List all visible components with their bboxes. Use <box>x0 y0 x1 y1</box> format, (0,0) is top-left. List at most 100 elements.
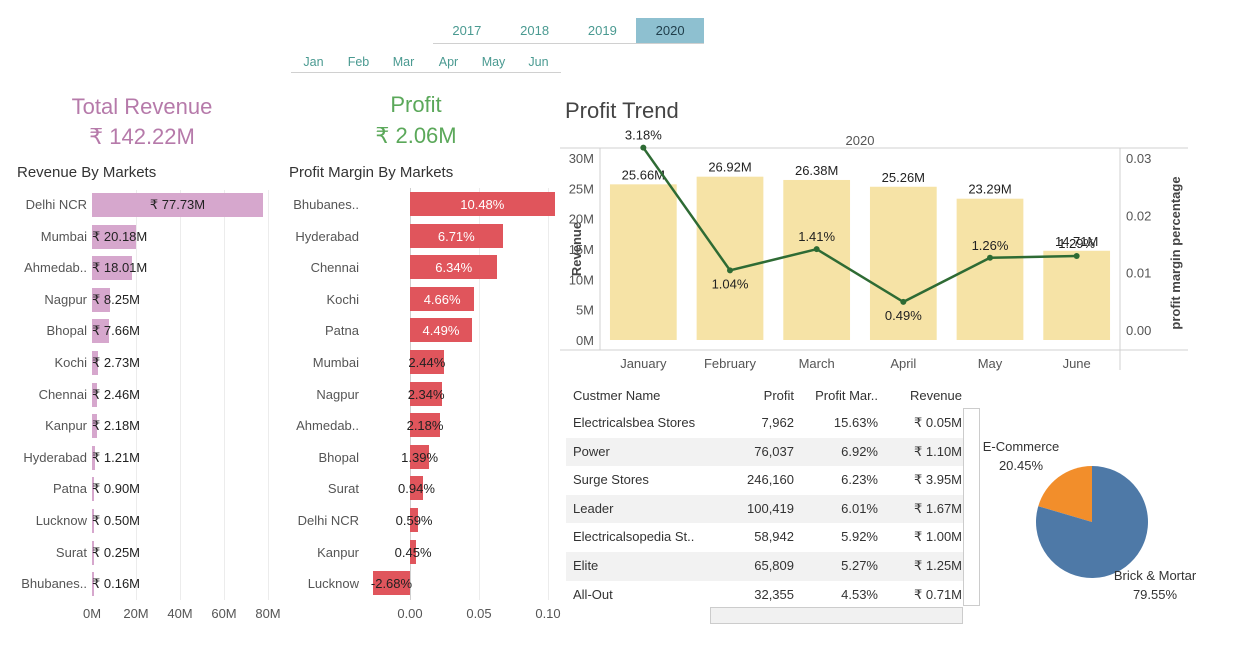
pm-data-label: 4.49% <box>422 323 460 339</box>
pm-data-label: 2.18% <box>406 418 444 434</box>
trend-x-tick: June <box>1063 356 1091 371</box>
pm-data-label: 10.48% <box>460 197 505 212</box>
trend-x-tick: May <box>978 356 1003 371</box>
pm-data-label: -2.68% <box>370 576 413 592</box>
trend-margin-point[interactable] <box>1073 253 1080 260</box>
trend-margin-point[interactable] <box>900 298 907 305</box>
pm-market-label: Bhubanes.. <box>293 197 359 212</box>
year-2019[interactable]: 2019 <box>569 18 637 43</box>
header-profit-margin[interactable]: Profit Mar.. <box>794 383 878 409</box>
cell-customer-name: Elite <box>573 557 599 573</box>
trend-y2-tick: 0.02 <box>1126 208 1151 223</box>
cell-revenue: ₹ 0.05M <box>913 415 962 430</box>
channel-pie-chart <box>1036 466 1148 578</box>
trend-margin-label: 3.18% <box>625 130 662 143</box>
trend-revenue-bar[interactable] <box>783 179 851 340</box>
cell-revenue: ₹ 1.67M <box>913 500 962 516</box>
trend-margin-point[interactable] <box>987 254 993 261</box>
table-row[interactable]: Leader 100,419 6.01% ₹ 1.67M <box>566 494 964 524</box>
cell-revenue: ₹ 1.00M <box>913 529 962 545</box>
trend-margin-label: 1.26% <box>972 238 1009 253</box>
pm-axis-tick: 0.10 <box>535 606 561 621</box>
pm-data-label: 2.34% <box>407 386 445 402</box>
cell-profit: 76,037 <box>754 443 794 459</box>
trend-x-tick: April <box>890 356 916 371</box>
pie-label-brick-name: Brick & Mortar <box>1113 568 1197 583</box>
cell-profit-margin: 4.53% <box>841 586 878 602</box>
pm-data-label: 0.45% <box>394 544 432 560</box>
pm-axis-tick: 0.00 <box>397 606 423 621</box>
header-customer-name[interactable]: Custmer Name <box>566 383 716 409</box>
table-horizontal-scrollbar[interactable] <box>710 607 963 624</box>
pm-data-label: 0.94% <box>398 481 435 497</box>
cell-profit-margin: 6.23% <box>841 472 878 488</box>
trend-revenue-label: 25.26M <box>882 170 925 185</box>
cell-customer-name: Electricalsbea Stores <box>573 415 696 430</box>
trend-x-tick: January <box>620 356 667 371</box>
pm-data-label: 1.39% <box>401 449 439 465</box>
cell-revenue: ₹ 3.95M <box>913 472 962 488</box>
header-revenue[interactable]: Revenue <box>878 383 964 409</box>
trend-margin-label: 1.04% <box>712 276 749 291</box>
trend-y2-axis-title: profit margin percentage <box>1168 176 1183 329</box>
cell-profit: 7,962 <box>761 415 794 430</box>
pm-market-label: Chennai <box>310 260 359 276</box>
pm-market-label: Kochi <box>326 291 359 307</box>
cell-profit-margin: 6.01% <box>841 500 878 516</box>
pie-label-brick-value: 79.55% <box>1132 587 1178 602</box>
trend-margin-point[interactable] <box>640 144 647 151</box>
pm-data-label: 6.34% <box>435 260 473 276</box>
table-vertical-scrollbar[interactable] <box>963 408 980 606</box>
trend-x-tick: March <box>799 356 835 371</box>
trend-revenue-label: 26.92M <box>708 160 751 175</box>
table-row[interactable]: Electricalsbea Stores 7,962 15.63% ₹ 0.05M <box>566 409 964 438</box>
cell-customer-name: Surge Stores <box>573 472 649 488</box>
profit-margin-by-markets-chart: 0.00 0.05 0.10 Bhubanes.. 10.48% Hyderabad 6.7… <box>0 0 565 657</box>
trend-x-tick: February <box>704 356 757 371</box>
cell-profit: 65,809 <box>754 557 794 573</box>
pm-gridline <box>548 188 549 600</box>
table-row[interactable]: Electricalsopedia St.. 58,942 5.92% ₹ 1.00M <box>566 523 964 552</box>
pm-axis-tick: 0.05 <box>466 606 492 621</box>
pm-market-label: Bhopal <box>318 449 359 465</box>
trend-revenue-label: 23.29M <box>968 182 1011 197</box>
trend-margin-label: 1.29% <box>1058 236 1095 251</box>
trend-y-tick: 30M <box>569 151 594 166</box>
table-row[interactable]: Surge Stores 246,160 6.23% ₹ 3.95M <box>566 466 964 495</box>
trend-revenue-bar[interactable] <box>1043 250 1111 340</box>
table-header: Custmer Name Profit Profit Mar.. Revenue <box>566 383 964 409</box>
trend-margin-point[interactable] <box>727 267 733 274</box>
table-row[interactable]: Power 76,037 6.92% ₹ 1.10M <box>566 437 964 467</box>
cell-profit: 58,942 <box>754 529 794 545</box>
pm-data-label: 4.66% <box>423 291 461 307</box>
cell-profit-margin: 15.63% <box>833 415 878 430</box>
pm-market-label: Surat <box>327 481 359 497</box>
cell-customer-name: Electricalsopedia St.. <box>573 529 695 545</box>
trend-y-tick: 0M <box>576 333 594 348</box>
header-profit[interactable]: Profit <box>716 383 794 409</box>
table-row[interactable]: All-Out 32,355 4.53% ₹ 0.71M <box>566 581 964 610</box>
trend-margin-label: 0.49% <box>885 308 922 323</box>
trend-revenue-bar[interactable] <box>696 176 764 340</box>
cell-revenue: ₹ 0.71M <box>913 586 962 602</box>
pm-gridline <box>479 188 480 600</box>
profit-trend-chart: 20200M5M10M15M20M25M30M0.000.010.020.03R… <box>560 130 1188 371</box>
table-row[interactable]: Elite 65,809 5.27% ₹ 1.25M <box>566 551 964 581</box>
pm-market-label: Patna <box>325 323 359 339</box>
cell-customer-name: Leader <box>573 500 614 516</box>
trend-revenue-bar[interactable] <box>609 184 677 340</box>
trend-y2-tick: 0.00 <box>1126 323 1151 338</box>
trend-margin-point[interactable] <box>813 246 820 253</box>
cell-profit-margin: 5.27% <box>841 557 878 573</box>
year-2020[interactable]: 2020 <box>636 18 704 43</box>
cell-profit: 246,160 <box>747 472 794 488</box>
cell-revenue: ₹ 1.25M <box>913 557 962 573</box>
trend-margin-label: 1.41% <box>798 229 835 244</box>
trend-y-tick: 25M <box>569 181 594 196</box>
cell-revenue: ₹ 1.10M <box>913 443 962 459</box>
pm-market-label: Mumbai <box>312 355 359 370</box>
pm-data-label: 6.71% <box>437 228 475 244</box>
trend-revenue-label: 26.38M <box>795 163 838 178</box>
trend-y2-tick: 0.01 <box>1126 266 1151 281</box>
cell-profit-margin: 6.92% <box>841 443 878 459</box>
